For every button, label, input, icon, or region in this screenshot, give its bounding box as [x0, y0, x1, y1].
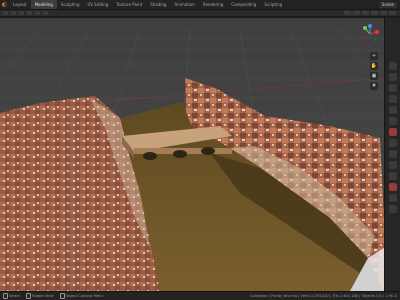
editor-type-button[interactable] [3, 11, 8, 15]
workspace-tab-scripting[interactable]: Scripting [260, 0, 286, 9]
workspace-tab-animation[interactable]: Animation [170, 0, 198, 9]
viewport-navigation-tools: + ✋ ▣ # [370, 52, 378, 90]
view-menu[interactable] [19, 11, 24, 15]
workspace-tab-texture-paint[interactable]: Texture Paint [112, 0, 146, 9]
workspace-tab-layout[interactable]: Layout [9, 0, 31, 9]
workspace-tab-uv-editing[interactable]: UV Editing [84, 0, 113, 9]
workspace-tab-rendering[interactable]: Rendering [199, 0, 227, 9]
snap-toggle[interactable] [362, 11, 369, 15]
world-tab-icon[interactable] [388, 117, 397, 125]
object-menu[interactable] [43, 11, 48, 15]
render-tab-icon[interactable] [388, 73, 397, 81]
output-tab-icon[interactable] [388, 84, 397, 92]
mode-selector[interactable] [11, 11, 16, 15]
scene-tab-icon[interactable] [388, 106, 397, 114]
texture-tab-icon[interactable] [388, 205, 397, 213]
status-bar: Select Rotate View Object Context Menu C… [0, 291, 400, 300]
material-tab-icon[interactable] [388, 194, 397, 202]
object-tab-icon[interactable] [388, 128, 397, 136]
shading-mode[interactable] [389, 11, 396, 15]
workspace-tab-compositing[interactable]: Compositing [227, 0, 260, 9]
camera-icon[interactable]: ▣ [370, 72, 378, 80]
particles-tab-icon[interactable] [388, 150, 397, 158]
data-tab-icon[interactable] [388, 183, 397, 191]
top-bar: ◐ Layout Modeling Sculpting UV Editing Textu… [0, 0, 400, 10]
workspace-tab-shading[interactable]: Shading [146, 0, 170, 9]
proportional-edit[interactable] [371, 11, 378, 15]
scene-selector[interactable]: Scene [378, 1, 397, 8]
3d-viewport[interactable]: + ✋ ▣ # [0, 18, 384, 291]
status-rotate-hint: Rotate View [26, 293, 54, 299]
add-menu[interactable] [35, 11, 40, 15]
transform-orientation[interactable] [344, 11, 351, 15]
status-context-hint: Object Context Menu [59, 293, 103, 299]
grid-icon[interactable]: # [370, 82, 378, 90]
constraints-tab-icon[interactable] [388, 172, 397, 180]
status-select-hint: Select [3, 293, 20, 299]
viewport-header [0, 10, 400, 17]
pivot-point[interactable] [353, 11, 360, 15]
mouse-middle-icon [26, 293, 32, 299]
overlays-button[interactable] [380, 11, 387, 15]
workspace-tab-sculpting[interactable]: Sculpting [57, 0, 84, 9]
view-layer-tab-icon[interactable] [388, 95, 397, 103]
scene-statistics: Collection | Ponte_Vecchio | Verts 1,293… [250, 294, 397, 298]
navigation-gizmo[interactable] [360, 24, 380, 44]
tool-tab-icon[interactable] [388, 62, 397, 70]
mouse-left-icon [3, 293, 8, 299]
modifier-tab-icon[interactable] [388, 139, 397, 147]
workspace-tab-modeling[interactable]: Modeling [30, 0, 57, 9]
mouse-right-icon [59, 293, 65, 299]
select-menu[interactable] [27, 11, 32, 15]
zoom-icon[interactable]: + [370, 52, 378, 60]
properties-tabs [384, 18, 400, 291]
physics-tab-icon[interactable] [388, 161, 397, 169]
hand-icon[interactable]: ✋ [370, 62, 378, 70]
blender-logo-icon[interactable]: ◐ [0, 0, 9, 9]
scene-render [0, 18, 384, 291]
